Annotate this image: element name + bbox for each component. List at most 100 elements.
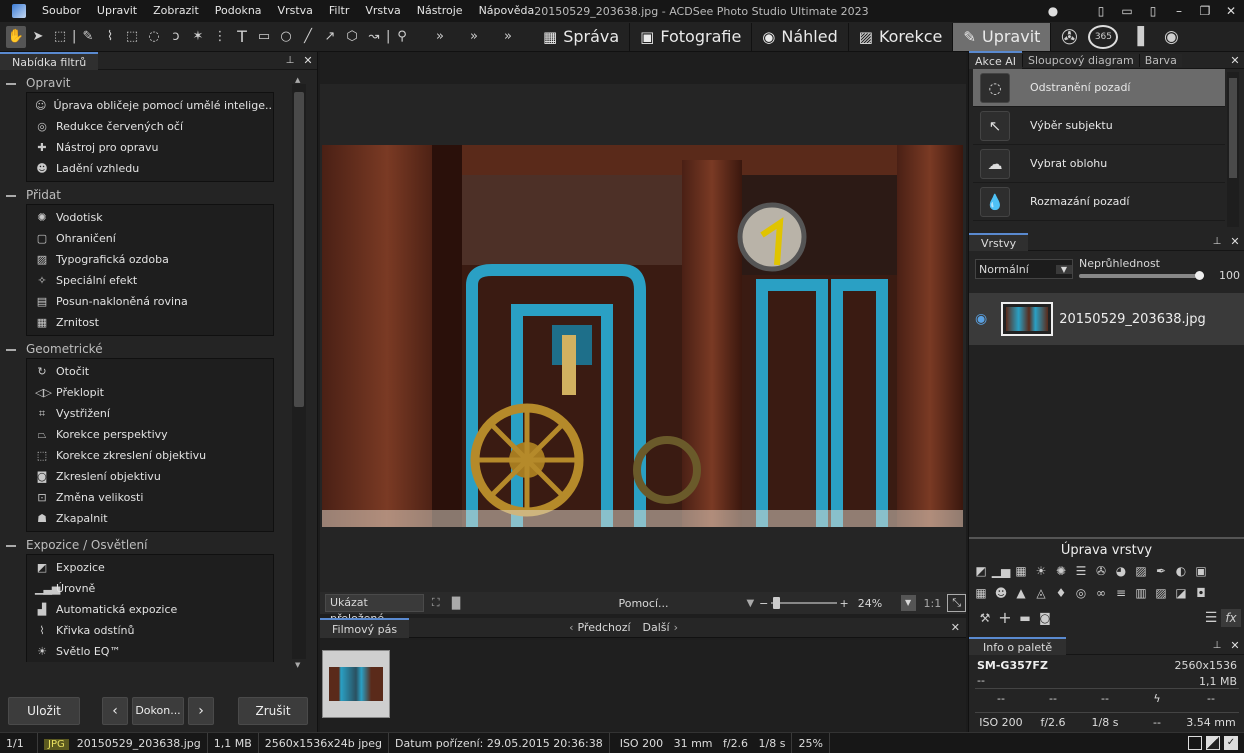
group-title-geometricke[interactable]: Geometrické [6, 342, 290, 356]
curve-tool-icon[interactable]: ↝ [364, 26, 384, 48]
filter-item-levels[interactable]: ▁▃▅ Úrovně [27, 578, 273, 599]
overflow-chevron-icon-3[interactable]: » [498, 26, 518, 48]
menu-podokna[interactable]: Podokna [207, 0, 270, 22]
ai-remove-background[interactable]: ◌ Odstranění pozadí [973, 69, 1225, 107]
tab-layers[interactable]: Vrstvy [969, 232, 1029, 251]
account-icon[interactable]: ● [1040, 0, 1066, 22]
next-button[interactable]: › [188, 697, 214, 725]
filmstrip-tab[interactable]: Filmový pás [320, 617, 410, 638]
grain-adjust-icon[interactable]: ▦ [971, 584, 991, 602]
fit-screen-icon[interactable]: ⤡ [947, 594, 966, 612]
overflow-chevron-icon[interactable]: » [430, 26, 450, 48]
filter-item-watermark[interactable]: ✺ Vodotisk [27, 207, 273, 228]
filter-item-liquify[interactable]: ☗ Zkapalnit [27, 508, 273, 529]
glasses-adjust-icon[interactable]: ∞ [1091, 584, 1111, 602]
mode-fotografie-button[interactable]: ▣ Fotografie [630, 22, 753, 51]
zoom-slider-thumb[interactable] [773, 597, 781, 609]
blend-mode-select[interactable]: Normální ▼ [975, 259, 1073, 279]
filter-item-perspective[interactable]: ⏢ Korekce perspektivy [27, 424, 273, 445]
media-icon[interactable]: ✇ [1052, 26, 1086, 48]
group-title-pridat[interactable]: Přidat [6, 188, 290, 202]
menu-napoveda[interactable]: Nápověda [471, 0, 535, 22]
filter-item-auto-exposure[interactable]: ▟ Automatická expozice [27, 599, 273, 620]
next-arrow-icon[interactable]: › [674, 621, 678, 634]
lines-adjust-icon[interactable]: ≡ [1111, 584, 1131, 602]
filter-item-face-ai[interactable]: ☺ Úprava obličeje pomocí umělé intelige..… [27, 95, 273, 116]
portrait-adjust-icon[interactable]: ☻ [991, 584, 1011, 602]
menu-vrstva[interactable]: Vrstva [270, 0, 321, 22]
image-adjust-icon[interactable]: ▨ [1151, 584, 1171, 602]
filter-item-repair[interactable]: ✚ Nástroj pro opravu [27, 137, 273, 158]
ai-select-subject[interactable]: ↖ Výběr subjektu [973, 107, 1225, 145]
zoom-dropdown-icon[interactable]: ▼ [747, 598, 755, 609]
mode-korekce-button[interactable]: ▨ Korekce [849, 22, 954, 51]
sliders-adjust-icon[interactable]: ☰ [1071, 562, 1091, 580]
mode-upravit-button[interactable]: ✎ Upravit [953, 22, 1052, 51]
drop-adjust-icon[interactable]: ♦ [1051, 584, 1071, 602]
tab-info-palette[interactable]: Info o paletě [969, 636, 1067, 655]
tab-histogram[interactable]: Sloupcový diagram [1021, 53, 1139, 67]
brightness-adjust-icon[interactable]: ✺ [1051, 562, 1071, 580]
filter-menu-tab[interactable]: Nabídka filtrů [0, 51, 99, 70]
dropper-adjust-icon[interactable]: ✒ [1151, 562, 1171, 580]
filter-item-crop[interactable]: ⌗ Vystřižení [27, 403, 273, 424]
box-adjust-icon[interactable]: ◘ [1191, 584, 1211, 602]
light-eq-adjust-icon[interactable]: ☀ [1031, 562, 1051, 580]
filter-item-tone-curve[interactable]: ⌇ Křivka odstínů [27, 620, 273, 641]
mountain-adjust-icon[interactable]: ▲ [1011, 584, 1031, 602]
view-mode-2-icon[interactable] [1206, 736, 1220, 750]
fullscreen-icon[interactable]: ⛶ [432, 596, 440, 610]
arrow-tool-icon[interactable]: ↗ [320, 26, 340, 48]
curves-adjust-icon[interactable]: ▦ [1011, 562, 1031, 580]
filter-item-text-decoration[interactable]: ▨ Typografická ozdoba [27, 249, 273, 270]
acdsee-365-icon[interactable]: 365 [1088, 24, 1119, 49]
color-wheel-adjust-icon[interactable]: ✇ [1091, 562, 1111, 580]
pin-icon[interactable]: ⊥ [1208, 640, 1226, 651]
cube-adjust-icon[interactable]: ▣ [1191, 562, 1211, 580]
opacity-slider-thumb[interactable] [1195, 271, 1205, 280]
menu-filtr[interactable]: Filtr [321, 0, 357, 22]
pin-icon[interactable]: ⊥ [1208, 236, 1226, 247]
mask-icon[interactable]: ◙ [1035, 609, 1055, 627]
scrollbar-thumb[interactable] [294, 92, 304, 407]
ai-select-sky[interactable]: ☁ Vybrat oblohu [973, 145, 1225, 183]
text-tool-icon[interactable]: T [232, 26, 252, 48]
help-dropdown[interactable]: Pomocí... [618, 597, 668, 610]
filter-item-skin-tune[interactable]: ☻ Ladění vzhledu [27, 158, 273, 179]
pin-icon[interactable]: ⊥ [281, 55, 299, 66]
scroll-up-icon[interactable]: ▲ [295, 76, 300, 84]
group-title-expozice[interactable]: Expozice / Osvětlení [6, 538, 290, 552]
close-layers-icon[interactable]: ✕ [1226, 235, 1244, 248]
add-layer-icon[interactable]: + [995, 609, 1015, 627]
shadow-adjust-icon[interactable]: ◪ [1171, 584, 1191, 602]
ai-scrollbar-thumb[interactable] [1229, 78, 1237, 178]
filter-item-grain[interactable]: ▦ Zrnitost [27, 312, 273, 333]
photo-adjust-icon[interactable]: ▨ [1131, 562, 1151, 580]
more-tools-icon[interactable]: ⋮ [210, 26, 230, 48]
image-viewer[interactable] [320, 84, 966, 592]
opacity-slider[interactable] [1079, 271, 1205, 280]
photo-canvas[interactable] [322, 145, 963, 527]
cancel-button[interactable]: Zrušit [238, 697, 308, 725]
ai-blur-background[interactable]: 💧 Rozmazání pozadí [973, 183, 1225, 221]
actual-size-button[interactable]: 1:1 [924, 597, 942, 610]
filter-item-flip[interactable]: ◁▷ Překlopit [27, 382, 273, 403]
zoom-out-button[interactable]: − [758, 597, 769, 610]
menu-soubor[interactable]: Soubor [34, 0, 89, 22]
opacity-value[interactable]: 100 [1219, 269, 1240, 282]
layout-right-icon[interactable]: ▯ [1140, 0, 1166, 22]
filter-item-light-eq[interactable]: ☀ Světlo EQ™ [27, 641, 273, 662]
next-link[interactable]: Další [643, 621, 670, 634]
close-window-button[interactable]: ✕ [1218, 0, 1244, 22]
filter-item-resize[interactable]: ⊡ Změna velikosti [27, 487, 273, 508]
rect-select-icon[interactable]: ⬚ [122, 26, 142, 48]
save-button[interactable]: Uložit [8, 697, 80, 725]
filmstrip-thumbnail[interactable] [322, 650, 390, 718]
zoom-slider[interactable] [771, 597, 837, 609]
group-title-opravit[interactable]: Opravit [6, 76, 290, 90]
show-overlay-button[interactable]: Ukázat přeložené [325, 594, 424, 625]
line-tool-icon[interactable]: ╱ [298, 26, 318, 48]
menu-upravit[interactable]: Upravit [89, 0, 145, 22]
filter-item-tilt-shift[interactable]: ▤ Posun-nakloněná rovina [27, 291, 273, 312]
eyedropper-icon[interactable]: ⚲ [392, 26, 412, 48]
